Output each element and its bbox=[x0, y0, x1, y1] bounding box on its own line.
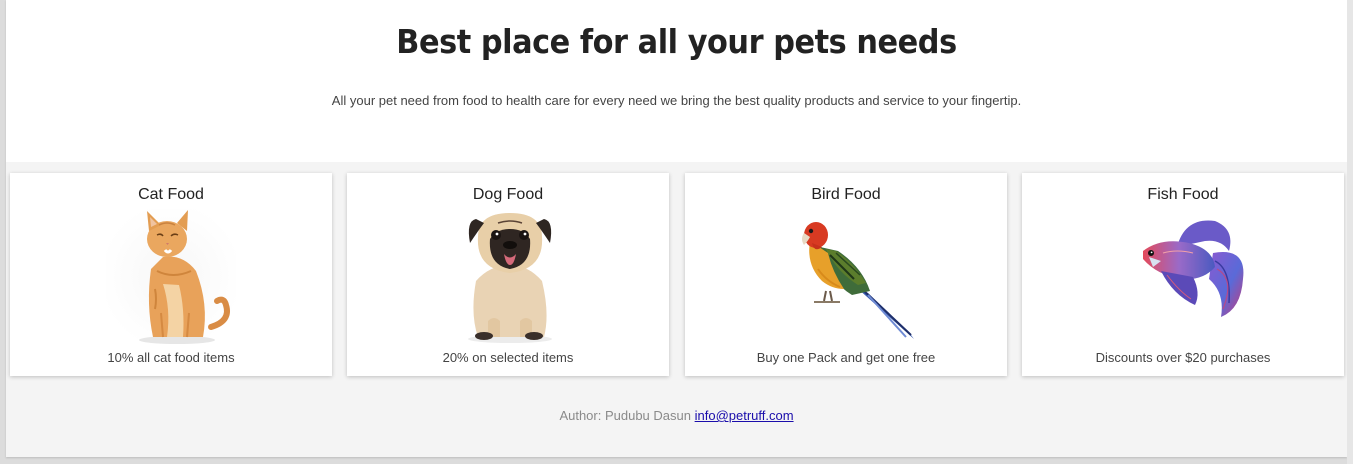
product-card-dog[interactable]: Dog Food 20% on selected items bbox=[347, 173, 669, 376]
product-card-fish[interactable]: Fish Food Discounts over $20 purchases bbox=[1022, 173, 1344, 376]
cat-image bbox=[91, 209, 251, 344]
page-title: Best place for all your pets needs bbox=[396, 22, 957, 61]
card-title: Dog Food bbox=[472, 186, 544, 203]
card-title: Fish Food bbox=[1147, 186, 1219, 203]
hero-subtitle: All your pet need from food to health ca… bbox=[331, 93, 1022, 108]
page: Best place for all your pets needs All y… bbox=[6, 0, 1347, 457]
author-credit: Author: Pudubu Dasun bbox=[559, 408, 691, 423]
scrollbar[interactable] bbox=[1347, 0, 1353, 464]
card-description: 20% on selected items bbox=[442, 350, 574, 365]
footer: Author: Pudubu Dasun info@petruff.com bbox=[6, 408, 1347, 423]
betta-fish-image bbox=[1103, 209, 1263, 344]
product-card-cat[interactable]: Cat Food 10% all cat food items bbox=[10, 173, 332, 376]
dog-image bbox=[428, 209, 588, 344]
card-description: 10% all cat food items bbox=[107, 350, 235, 365]
card-title: Cat Food bbox=[138, 186, 204, 203]
parrot-image bbox=[766, 209, 926, 344]
hero-section: Best place for all your pets needs All y… bbox=[6, 0, 1347, 162]
card-title: Bird Food bbox=[811, 186, 881, 203]
email-link[interactable]: info@petruff.com bbox=[695, 408, 794, 423]
card-description: Buy one Pack and get one free bbox=[756, 350, 936, 365]
product-card-bird[interactable]: Bird Food Buy one Pack and get one free bbox=[685, 173, 1007, 376]
card-description: Discounts over $20 purchases bbox=[1095, 350, 1271, 365]
